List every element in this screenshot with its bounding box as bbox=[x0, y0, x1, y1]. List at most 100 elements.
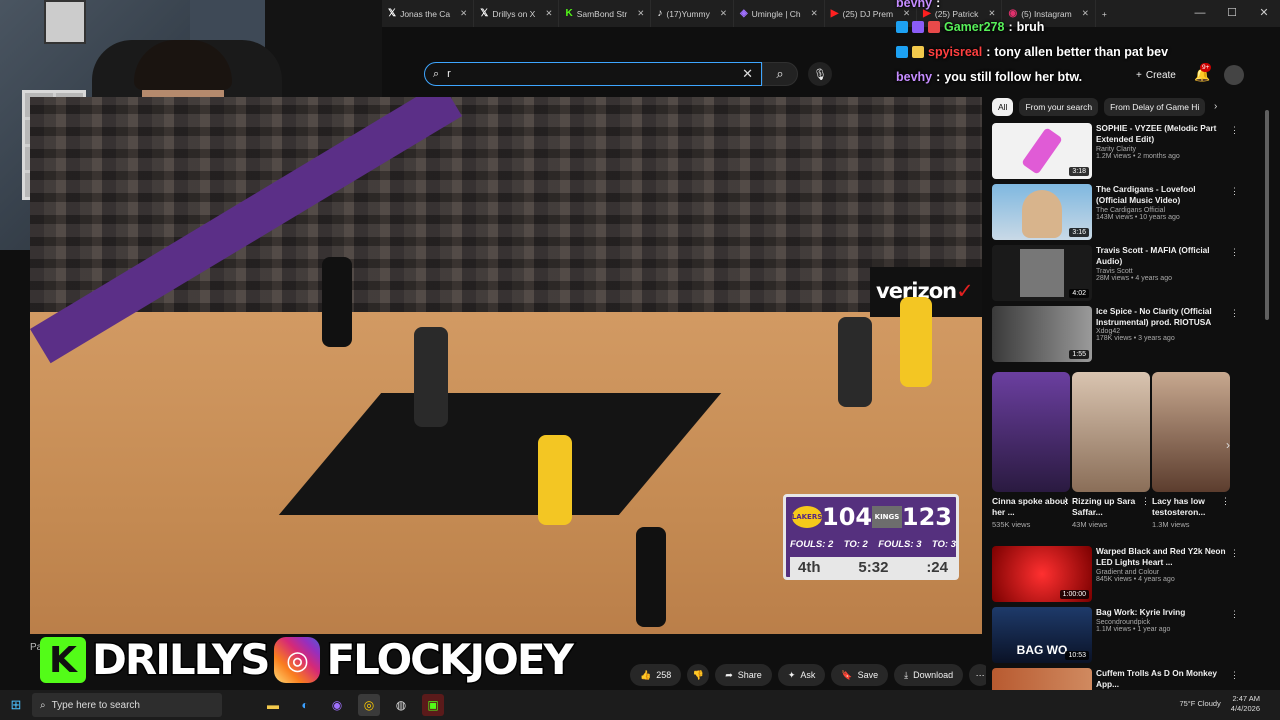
close-tab-icon[interactable]: ✕ bbox=[460, 8, 467, 19]
video-duration: 3:18 bbox=[1069, 167, 1089, 176]
video-title: The Cardigans - Lovefool (Official Music… bbox=[1096, 184, 1196, 205]
streamer-banner: K DRILLYS ◎ FLOCKJOEY bbox=[40, 634, 575, 686]
share-icon: ➦ bbox=[725, 669, 733, 680]
score-row: LAKERS 104 KINGS 123 bbox=[792, 503, 952, 531]
video-duration: 10:53 bbox=[1065, 651, 1089, 660]
download-button[interactable]: ⤓ Download bbox=[894, 664, 964, 686]
shorts-shelf: Cinna spoke about her ... 535K views ⋮ R… bbox=[992, 372, 1236, 542]
player bbox=[900, 297, 932, 387]
video-recommendation[interactable]: BAG WO 10:53 Bag Work: Kyrie Irving Seco… bbox=[992, 607, 1242, 663]
thumbnail-graphic bbox=[1022, 190, 1062, 238]
more-options-icon[interactable]: ⋮ bbox=[1230, 609, 1239, 620]
short-views: 535K views bbox=[992, 520, 1031, 529]
weather-text: 75°F Cloudy bbox=[1179, 699, 1221, 708]
kick-icon[interactable]: ▣ bbox=[422, 694, 444, 716]
download-icon: ⤓ bbox=[904, 669, 909, 680]
game-clock: 5:32 bbox=[858, 558, 889, 576]
clock[interactable]: 2:47 AM 4/4/2026 bbox=[1231, 694, 1260, 714]
chrome-icon[interactable]: ◎ bbox=[358, 694, 380, 716]
search-button[interactable]: ⌕ bbox=[762, 62, 798, 86]
short-title: Rizzing up Sara Saffar... bbox=[1072, 496, 1136, 517]
chevron-right-icon[interactable]: › bbox=[1214, 101, 1217, 112]
more-options-icon[interactable]: ⋮ bbox=[1230, 548, 1239, 559]
short-title: Lacy has low testosteron... bbox=[1152, 496, 1206, 517]
dislike-button[interactable]: 👎 bbox=[687, 664, 710, 686]
video-stats: Xdog42 bbox=[1096, 328, 1121, 335]
channel-name: Secondroundpick bbox=[1096, 619, 1151, 626]
scoreboard: LAKERS 104 KINGS 123 FOULS: 2 TO: 2 FOUL… bbox=[783, 494, 959, 580]
clock-row: 4th 5:32 :24 bbox=[790, 557, 956, 577]
player bbox=[538, 435, 572, 525]
sponsor-check-icon: ✓ bbox=[956, 279, 974, 303]
umingle-logo-icon: ◈ bbox=[739, 8, 748, 19]
short-item[interactable]: Rizzing up Sara Saffar... 43M views ⋮ bbox=[1072, 372, 1150, 529]
lakers-logo: LAKERS bbox=[792, 506, 822, 528]
video-player[interactable]: verizon✓ LAKERS 104 KINGS 123 FOULS: 2 T… bbox=[30, 97, 982, 634]
more-options-icon[interactable]: ⋮ bbox=[1230, 125, 1239, 136]
video-recommendation[interactable]: 3:16 The Cardigans - Lovefool (Official … bbox=[992, 184, 1242, 240]
short-item[interactable]: Lacy has low testosteron... 1.3M views ⋮ bbox=[1152, 372, 1230, 529]
chevron-right-icon[interactable]: › bbox=[1226, 438, 1230, 452]
more-options-icon[interactable]: ⋮ bbox=[1230, 247, 1239, 258]
video-stats: 143M views • 10 years ago bbox=[1096, 214, 1180, 221]
close-tab-icon[interactable]: ✕ bbox=[545, 8, 552, 19]
browser-tab[interactable]: ♪ (17)Yummy ✕ bbox=[651, 0, 734, 27]
home-fouls: FOULS: 2 bbox=[790, 539, 834, 550]
video-thumbnail: 1:00:00 bbox=[992, 546, 1092, 602]
more-options-icon[interactable]: ⋮ bbox=[1141, 496, 1150, 507]
taskbar-search-input[interactable]: ⌕ Type here to search bbox=[32, 693, 222, 717]
video-meta: The Cardigans - Lovefool (Official Music… bbox=[1096, 184, 1226, 221]
short-views: 1.3M views bbox=[1152, 520, 1190, 529]
time-text: 2:47 AM bbox=[1232, 694, 1260, 703]
video-stats: 845K views • 4 years ago bbox=[1096, 576, 1175, 583]
x-logo-icon: 𝕏 bbox=[480, 8, 489, 19]
file-explorer-icon[interactable]: ▬ bbox=[262, 694, 284, 716]
more-options-icon[interactable]: ⋮ bbox=[1230, 308, 1239, 319]
short-title: Cinna spoke about her ... bbox=[992, 496, 1069, 517]
video-recommendation[interactable]: 3:18 SOPHIE - VYZEE (Melodic Part Extend… bbox=[992, 123, 1242, 179]
more-options-icon[interactable]: ⋮ bbox=[1230, 186, 1239, 197]
youtube-logo-icon: ▶ bbox=[830, 8, 839, 19]
close-tab-icon[interactable]: ✕ bbox=[720, 8, 727, 19]
voice-search-button[interactable]: 🎙 bbox=[808, 62, 832, 86]
close-tab-icon[interactable]: ✕ bbox=[811, 8, 818, 19]
fouls-row: FOULS: 2 TO: 2 FOULS: 3 TO: 3 bbox=[790, 539, 956, 550]
edge-icon[interactable]: ◐ bbox=[294, 694, 316, 716]
chat-text: bruh bbox=[1016, 20, 1045, 34]
ask-button[interactable]: ✦ Ask bbox=[777, 664, 826, 686]
like-button[interactable]: 👍 258 bbox=[630, 664, 682, 686]
more-options-icon[interactable]: ⋮ bbox=[1221, 496, 1230, 507]
browser-tab[interactable]: 𝕏 Jonas the Ca ✕ bbox=[382, 0, 475, 27]
away-score: 123 bbox=[901, 503, 952, 531]
chip-from-search[interactable]: From your search bbox=[1019, 98, 1099, 116]
thumbs-up-icon: 👍 bbox=[640, 669, 652, 680]
windows-start-icon[interactable]: ⊞ bbox=[0, 697, 32, 713]
chip-related[interactable]: From Delay of Game Hi bbox=[1104, 98, 1206, 116]
short-item[interactable]: Cinna spoke about her ... 535K views ⋮ bbox=[992, 372, 1070, 529]
video-recommendation[interactable]: 1:00:00 Warped Black and Red Y2k Neon LE… bbox=[992, 546, 1242, 602]
app-icon[interactable]: ◉ bbox=[326, 694, 348, 716]
save-button[interactable]: 🔖 Save bbox=[831, 664, 889, 686]
browser-tab-label: (25) DJ Prem bbox=[842, 8, 894, 19]
taskbar-apps: ▬ ◐ ◉ ◎ ◍ ▣ bbox=[262, 694, 444, 716]
browser-tab[interactable]: 𝕏 Drillys on X ✕ bbox=[474, 0, 560, 27]
share-button[interactable]: ➦ Share bbox=[715, 664, 772, 686]
search-input[interactable]: ⌕ r ✕ bbox=[424, 62, 762, 86]
kings-logo: KINGS bbox=[872, 506, 902, 528]
video-thumbnail: BAG WO 10:53 bbox=[992, 607, 1092, 663]
video-recommendation[interactable]: 1:55 Ice Spice - No Clarity (Official In… bbox=[992, 306, 1242, 362]
clear-search-icon[interactable]: ✕ bbox=[742, 66, 753, 82]
more-options-icon[interactable]: ⋮ bbox=[1230, 670, 1239, 681]
video-recommendation[interactable]: 4:02 Travis Scott - MAFIA (Official Audi… bbox=[992, 245, 1242, 301]
chat-message: spyisreal: tony allen better than pat be… bbox=[896, 45, 1168, 59]
away-fouls: FOULS: 3 bbox=[878, 539, 922, 550]
more-options-icon[interactable]: ⋮ bbox=[1061, 496, 1070, 507]
video-title: Travis Scott - MAFIA (Official Audio) bbox=[1096, 245, 1210, 266]
browser-tab[interactable]: ◈ Umingle | Ch ✕ bbox=[734, 0, 825, 27]
sidebar-scrollbar[interactable] bbox=[1265, 110, 1269, 320]
chat-username: spyisreal bbox=[928, 45, 983, 59]
browser-tab[interactable]: K SamBond Str ✕ bbox=[559, 0, 652, 27]
chip-all[interactable]: All bbox=[992, 98, 1014, 116]
obs-icon[interactable]: ◍ bbox=[390, 694, 412, 716]
close-tab-icon[interactable]: ✕ bbox=[637, 8, 644, 19]
